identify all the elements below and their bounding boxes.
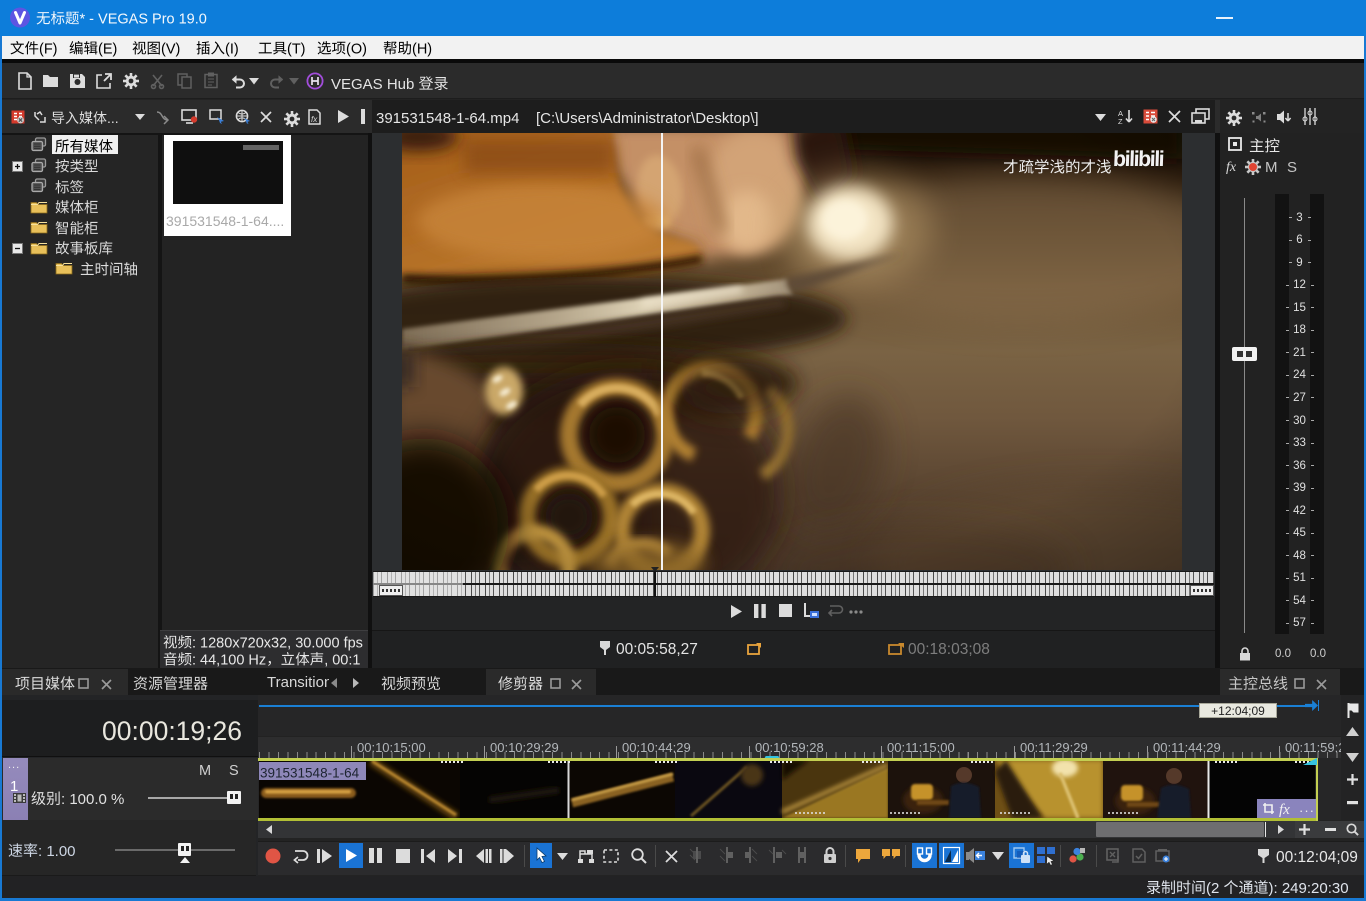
svg-text:[C:\Users\Administrator\Deskto: [C:\Users\Administrator\Desktop\] bbox=[536, 110, 759, 127]
svg-text:VEGAS Hub: VEGAS Hub bbox=[331, 76, 414, 93]
svg-text:391531548-1-64....: 391531548-1-64.... bbox=[166, 213, 284, 229]
svg-text:(V): (V) bbox=[161, 41, 180, 57]
svg-text:(H): (H) bbox=[412, 41, 432, 57]
svg-text:391531548-1-64.mp4: 391531548-1-64.mp4 bbox=[376, 110, 519, 127]
svg-text:: 1.00: : 1.00 bbox=[38, 843, 76, 860]
svg-text:: 44,100 Hz: : 44,100 Hz bbox=[192, 652, 266, 668]
svg-text:: 1280x720x32, 30.000 fps: : 1280x720x32, 30.000 fps bbox=[192, 635, 363, 651]
svg-text:391531548-1-64: 391531548-1-64 bbox=[260, 765, 360, 780]
svg-text:(2: (2 bbox=[1206, 880, 1219, 897]
svg-text:...: ... bbox=[107, 110, 119, 126]
svg-text:M: M bbox=[1265, 159, 1278, 176]
svg-text:fx: fx bbox=[311, 115, 318, 124]
svg-text:: 100.0 %: : 100.0 % bbox=[61, 791, 124, 808]
svg-text:(I): (I) bbox=[225, 41, 239, 57]
svg-text:(F): (F) bbox=[39, 41, 58, 57]
svg-text:(O): (O) bbox=[346, 41, 367, 57]
svg-text:(T): (T) bbox=[287, 41, 306, 57]
svg-text:S: S bbox=[1287, 159, 1297, 176]
svg-text:, 00:1: , 00:1 bbox=[324, 652, 360, 668]
svg-text:(E): (E) bbox=[98, 41, 117, 57]
svg-text:): 249:20:30: ): 249:20:30 bbox=[1269, 880, 1349, 897]
svg-text:fx: fx bbox=[1226, 160, 1237, 175]
svg-text:fx: fx bbox=[1279, 802, 1290, 818]
svg-text:* - VEGAS Pro 19.0: * - VEGAS Pro 19.0 bbox=[80, 11, 207, 27]
svg-text:Z: Z bbox=[1118, 117, 1123, 126]
